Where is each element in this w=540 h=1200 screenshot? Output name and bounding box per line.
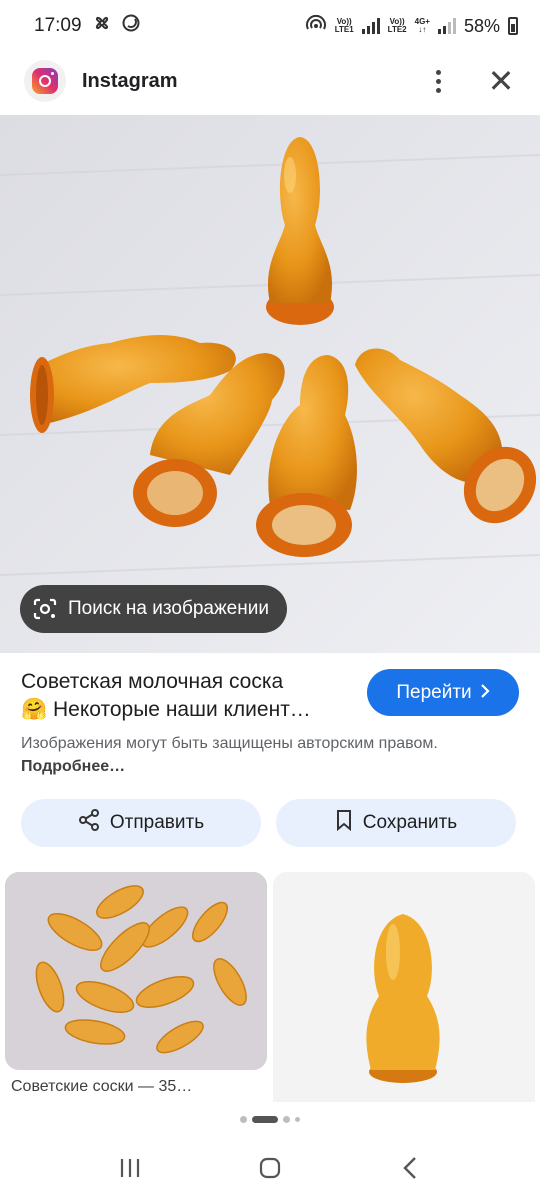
pager-dot: [240, 1116, 247, 1123]
visit-label: Перейти: [396, 681, 472, 703]
lens-search-label: Поиск на изображении: [68, 598, 269, 619]
chevron-right-icon: [480, 682, 490, 704]
app-title: Instagram: [82, 69, 178, 92]
status-time: 17:09: [34, 15, 82, 36]
result-title-line2: 🤗 Некоторые наши клиент…: [21, 698, 311, 721]
hotspot-icon: [305, 14, 327, 39]
moon-icon: [122, 14, 140, 38]
pager-dots: [0, 1116, 540, 1123]
bookmark-icon: [335, 809, 353, 837]
status-bar: 17:09 Vo)) LTE1 Vo)) LTE2 4G+ ↓↑ 58%: [0, 0, 540, 52]
result-title[interactable]: Советская молочная соска 🤗 Некоторые наш…: [21, 668, 351, 724]
related-image-2[interactable]: [273, 872, 535, 1102]
save-button[interactable]: Сохранить: [276, 799, 516, 847]
sim1-label: LTE1: [334, 25, 354, 34]
sim1-indicator: Vo)) LTE1: [335, 18, 354, 34]
main-image[interactable]: Поиск на изображении: [0, 115, 540, 653]
related-images: Советские соски — 35…: [0, 872, 540, 1112]
battery-icon: [508, 17, 518, 35]
pager-dot-active: [252, 1116, 278, 1123]
result-info: Советская молочная соска 🤗 Некоторые наш…: [21, 668, 351, 724]
copyright-notice: Изображения могут быть защищены авторски…: [21, 732, 491, 778]
pager-dot: [295, 1117, 300, 1122]
system-nav-bar: [0, 1140, 540, 1196]
home-icon[interactable]: [250, 1148, 290, 1188]
share-label: Отправить: [109, 812, 205, 833]
related-caption-1[interactable]: Советские соски — 35…: [11, 1078, 192, 1096]
pile-photo: [5, 872, 267, 1070]
fan-icon: [92, 13, 112, 39]
learn-more-link[interactable]: Подробнее…: [21, 758, 125, 775]
copyright-text: Изображения могут быть защищены авторски…: [21, 735, 438, 752]
sim2-label: LTE2: [387, 25, 407, 34]
lens-icon: [32, 597, 58, 621]
share-button[interactable]: Отправить: [21, 799, 261, 847]
visit-button[interactable]: Перейти: [367, 669, 519, 716]
signal-icon: [361, 18, 380, 34]
more-vert-icon[interactable]: [426, 66, 450, 96]
network-indicator: 4G+ ↓↑: [414, 17, 430, 34]
signal-icon-2: [437, 18, 456, 34]
pager-dot: [283, 1116, 290, 1123]
app-header: Instagram ✕: [0, 52, 540, 110]
nipples-photo: [0, 115, 540, 653]
single-nipple-photo: [273, 872, 535, 1102]
back-icon[interactable]: [390, 1148, 430, 1188]
sim2-indicator: Vo)) LTE2: [388, 18, 407, 34]
related-image-1[interactable]: [5, 872, 267, 1070]
recents-icon[interactable]: [110, 1148, 150, 1188]
instagram-logo-icon: [24, 60, 66, 102]
battery-percent: 58%: [463, 15, 500, 36]
close-icon[interactable]: ✕: [486, 65, 516, 97]
save-label: Сохранить: [362, 812, 458, 833]
share-icon: [78, 809, 100, 837]
result-title-line1: Советская молочная соска: [21, 670, 284, 693]
lens-search-button[interactable]: Поиск на изображении: [20, 585, 287, 633]
